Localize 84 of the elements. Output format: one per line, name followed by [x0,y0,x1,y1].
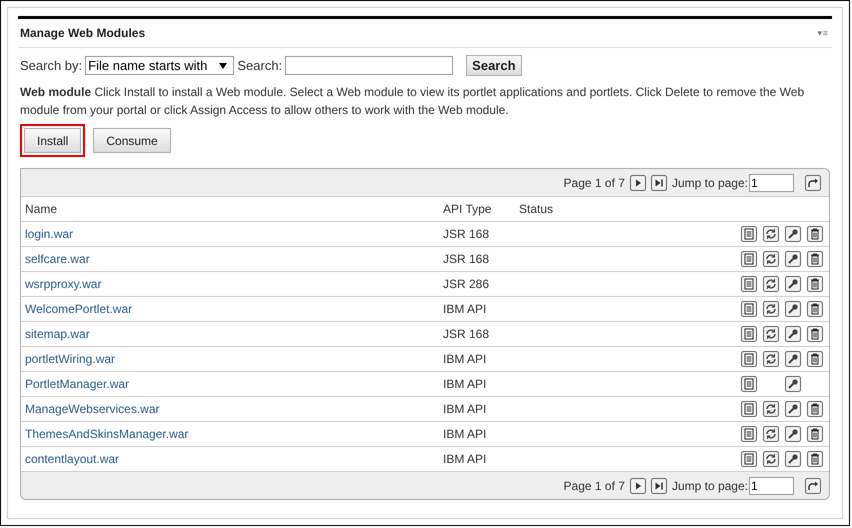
module-link[interactable]: wsrpproxy.war [25,277,102,291]
module-link[interactable]: ManageWebservices.war [25,402,160,416]
api-type-cell-text: IBM API [443,377,488,391]
go-icon[interactable] [805,478,821,494]
refresh-icon[interactable] [763,226,779,242]
delete-icon[interactable] [807,451,823,467]
install-button[interactable]: Install [24,128,82,153]
jump-field[interactable]: 1 [749,174,794,192]
details-icon[interactable] [741,351,757,367]
key-icon[interactable] [785,351,801,367]
module-link[interactable]: contentlayout.war [25,452,120,466]
details-icon[interactable] [741,226,757,242]
module-link[interactable]: WelcomePortlet.war [25,302,132,316]
consume-button[interactable]: Consume [93,128,171,153]
search-button[interactable]: Search [466,55,522,76]
page-count: Page 1 of 7 [564,176,625,190]
api-type-cell-text: JSR 168 [443,327,490,341]
page-count: Page 1 of 7 [564,478,625,492]
refresh-icon[interactable] [763,426,779,442]
delete-icon[interactable] [807,251,823,267]
key-icon[interactable] [785,376,801,392]
api-type-cell-text: JSR 168 [443,227,490,241]
key-icon[interactable] [785,451,801,467]
column-header: Name [25,202,58,216]
jump-label: Jump to page: [672,478,748,492]
delete-icon[interactable] [807,301,823,317]
delete-icon[interactable] [807,326,823,342]
module-link[interactable]: sitemap.war [25,327,90,341]
key-icon[interactable] [785,426,801,442]
details-icon[interactable] [741,326,757,342]
next-page-icon[interactable] [630,478,646,494]
module-link[interactable]: selfcare.war [25,252,90,266]
last-page-icon[interactable] [650,174,667,190]
module-link[interactable]: portletWiring.war [25,352,116,366]
jump-label: Jump to page: [672,176,748,190]
delete-icon[interactable] [807,351,823,367]
refresh-icon[interactable] [763,401,779,417]
api-type-cell-text: IBM API [443,302,488,316]
details-icon[interactable] [741,251,757,267]
api-type-cell-text: JSR 286 [443,277,490,291]
details-icon[interactable] [741,276,757,292]
details-icon[interactable] [741,301,757,317]
refresh-icon[interactable] [763,351,779,367]
last-page-icon[interactable] [650,478,667,494]
api-type-cell-text: IBM API [443,427,488,441]
refresh-icon[interactable] [763,326,779,342]
search-field[interactable] [285,56,454,75]
key-icon[interactable] [785,226,801,242]
delete-icon[interactable] [807,401,823,417]
refresh-icon[interactable] [763,276,779,292]
delete-icon[interactable] [807,276,823,292]
column-header: API Type [443,202,492,216]
portlet-title: Manage Web Modules [20,26,146,40]
key-icon[interactable] [785,401,801,417]
description-text: Web module Click Install to install a Web module. Select a Web module to view its portlet applications and portlets. Click Delete to remove the Web module from your portal or click Assign Access to allow others to work with the Web module. [20,84,806,119]
column-header: Status [519,202,554,216]
delete-icon[interactable] [807,426,823,442]
portlet-menu[interactable]: ▾≡ [818,28,828,38]
api-type-cell-text: IBM API [443,402,488,416]
key-icon[interactable] [785,301,801,317]
module-link[interactable]: ThemesAndSkinsManager.war [25,427,188,441]
module-link[interactable]: login.war [25,227,74,241]
search-by-dropdown[interactable]: File name starts with [85,56,234,75]
key-icon[interactable] [785,326,801,342]
details-icon[interactable] [741,426,757,442]
module-link[interactable]: PortletManager.war [25,377,130,391]
details-icon[interactable] [741,451,757,467]
details-icon[interactable] [741,401,757,417]
go-icon[interactable] [805,174,821,190]
refresh-icon[interactable] [763,451,779,467]
api-type-cell-text: JSR 168 [443,252,490,266]
next-page-icon[interactable] [630,174,646,190]
refresh-icon[interactable] [763,301,779,317]
key-icon[interactable] [785,276,801,292]
key-icon[interactable] [785,251,801,267]
details-icon[interactable] [741,376,757,392]
caret-icon [219,62,228,68]
api-type-cell-text: IBM API [443,452,488,466]
search-by-label: Search by: [20,58,82,73]
refresh-icon[interactable] [763,251,779,267]
jump-field[interactable]: 1 [749,476,794,494]
delete-icon[interactable] [807,226,823,242]
api-type-cell-text: IBM API [443,352,488,366]
search-label: Search: [237,58,282,73]
